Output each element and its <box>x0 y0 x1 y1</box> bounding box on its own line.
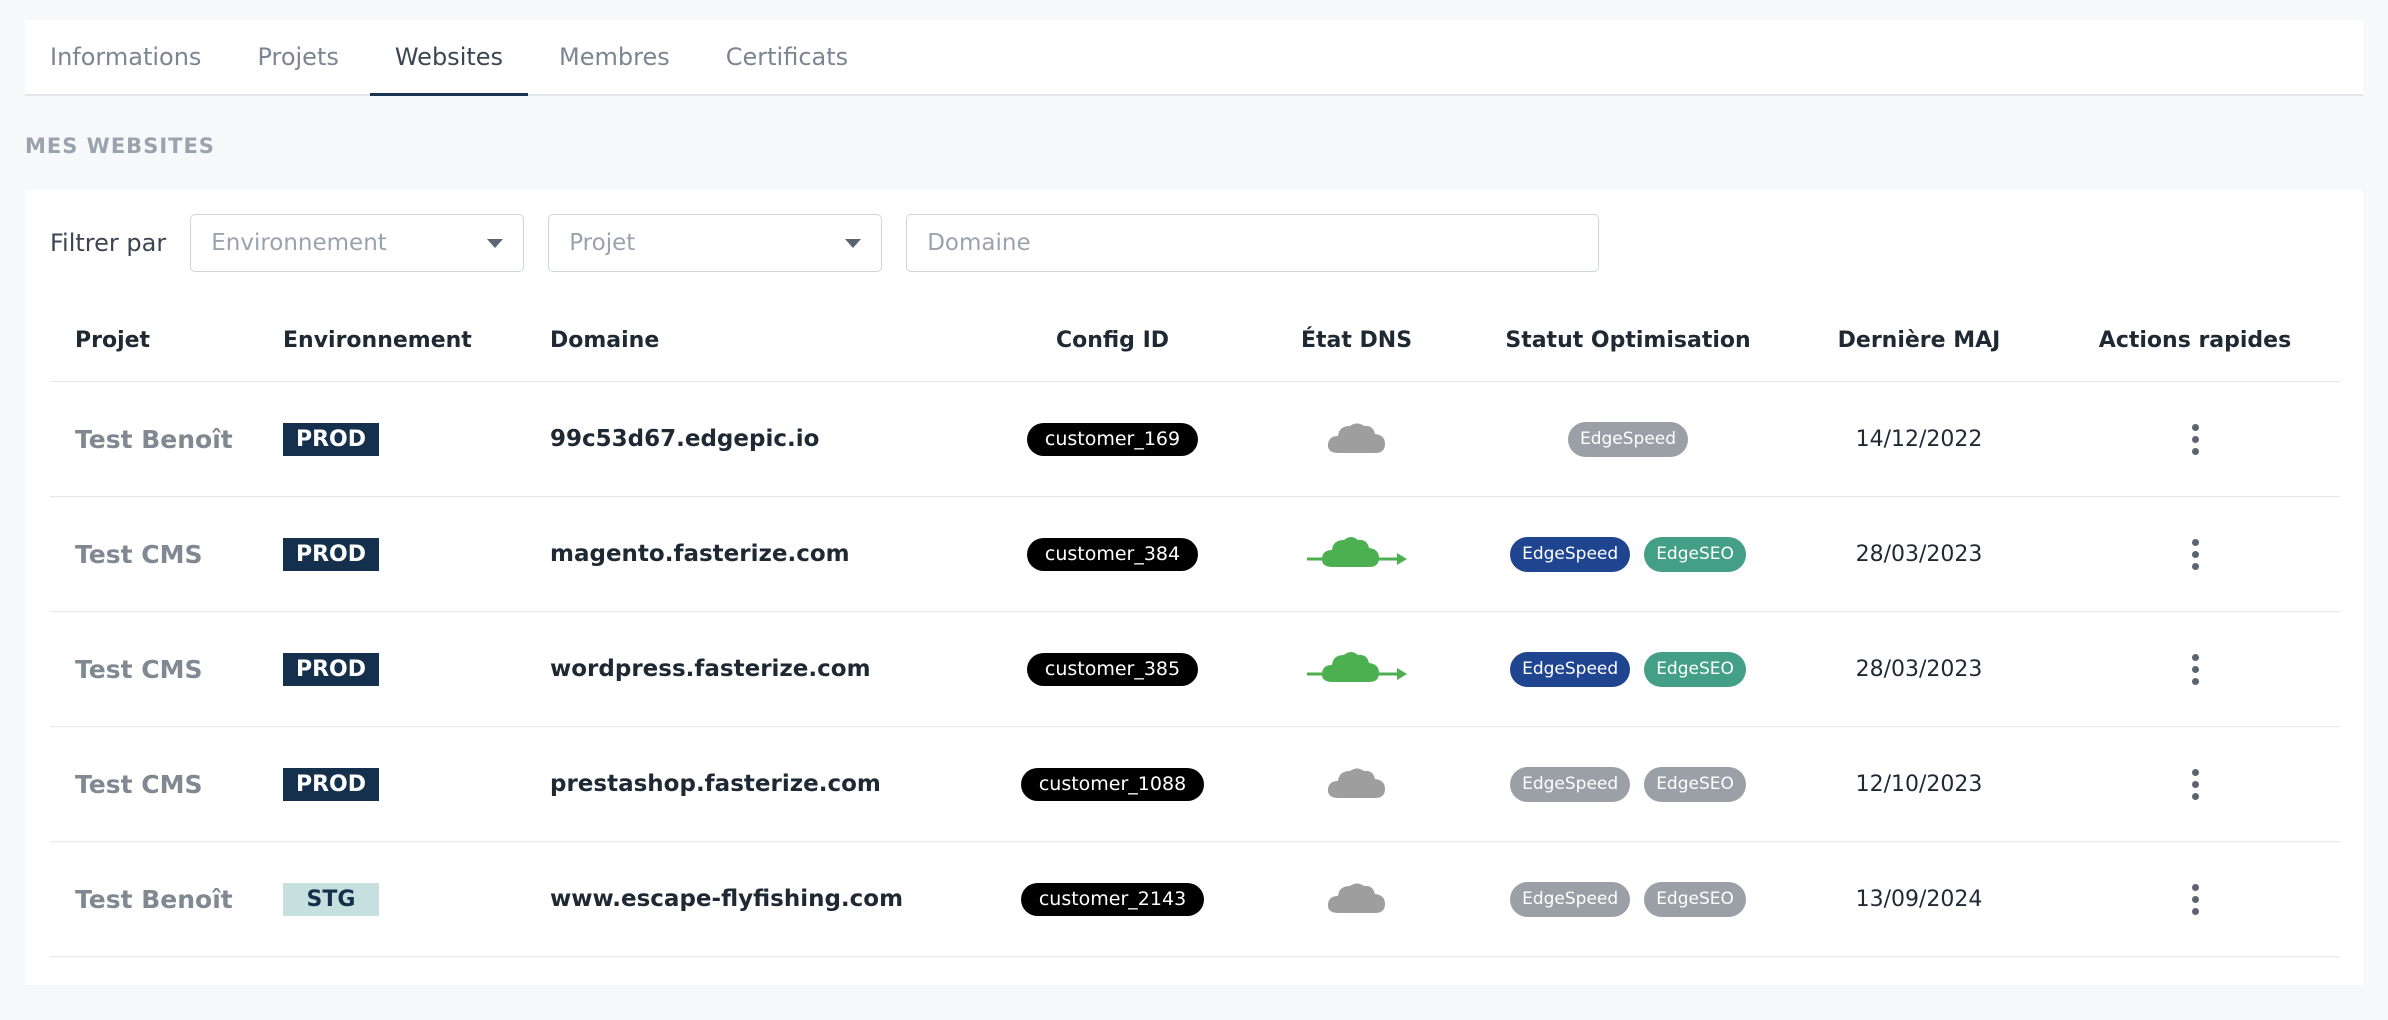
table-row: Test CMS PROD prestashop.fasterize.com cust… <box>50 727 2340 842</box>
cell-domaine[interactable]: magento.fasterize.com <box>550 541 850 567</box>
optimisation-badge: EdgeSEO <box>1644 651 1746 687</box>
header-statut-optimisation: Statut Optimisation <box>1505 328 1751 353</box>
table-header: Projet Environnement Domaine Config ID É… <box>50 300 2340 382</box>
config-id-badge: customer_2143 <box>1020 882 1205 916</box>
kebab-menu-icon[interactable] <box>2182 650 2209 689</box>
cell-domaine[interactable]: 99c53d67.edgepic.io <box>550 426 819 452</box>
environnement-select[interactable]: Environnement <box>190 214 525 272</box>
env-badge: PROD <box>283 652 379 686</box>
config-id-badge: customer_169 <box>1026 422 1199 456</box>
projet-select-placeholder: Projet <box>569 230 636 256</box>
optimisation-badge: EdgeSpeed <box>1510 766 1631 802</box>
tabs-bar: Informations Projets Websites Membres Certif… <box>25 20 2363 96</box>
header-etat-dns: État DNS <box>1300 328 1413 353</box>
kebab-menu-icon[interactable] <box>2182 880 2209 919</box>
table-row: Test CMS PROD wordpress.fasterize.com custo… <box>50 612 2340 727</box>
cell-etat-dns <box>1245 417 1468 461</box>
filters-bar: Filtrer par Environnement Projet <box>50 214 1600 272</box>
cloud-arrow-icon <box>1305 529 1409 579</box>
cloud-arrow-icon <box>1305 644 1409 694</box>
cell-projet[interactable]: Test CMS <box>75 540 202 569</box>
header-environnement: Environnement <box>283 328 472 353</box>
tab-informations[interactable]: Informations <box>25 20 226 94</box>
tab-websites[interactable]: Websites <box>369 20 529 96</box>
config-id-badge: customer_385 <box>1026 652 1199 686</box>
cell-projet[interactable]: Test Benoît <box>75 885 233 914</box>
cell-statut-optimisation: EdgeSpeed <box>1468 421 1788 457</box>
cell-etat-dns <box>1245 877 1468 921</box>
header-projet: Projet <box>75 328 151 353</box>
tab-certificats[interactable]: Certificats <box>701 20 873 94</box>
cloud-icon <box>1325 762 1389 806</box>
cell-derniere-maj: 28/03/2023 <box>1855 541 1983 567</box>
environnement-select-placeholder: Environnement <box>211 230 387 256</box>
optimisation-badge: EdgeSEO <box>1644 766 1746 802</box>
optimisation-badge: EdgeSpeed <box>1510 881 1631 917</box>
header-domaine: Domaine <box>550 328 660 353</box>
tab-membres[interactable]: Membres <box>534 20 695 94</box>
table-row: Test Benoît STG www.escape-flyfishing.com c… <box>50 842 2340 957</box>
env-badge: PROD <box>283 767 379 801</box>
header-config-id: Config ID <box>1055 328 1170 353</box>
env-badge: PROD <box>283 537 379 571</box>
websites-table: Projet Environnement Domaine Config ID É… <box>50 300 2340 957</box>
table-row: Test CMS PROD magento.fasterize.com custome… <box>50 497 2340 612</box>
filter-label: Filtrer par <box>50 229 167 257</box>
kebab-menu-icon[interactable] <box>2182 765 2209 804</box>
kebab-menu-icon[interactable] <box>2182 535 2209 574</box>
cell-statut-optimisation: EdgeSpeed EdgeSEO <box>1468 881 1788 917</box>
optimisation-badge: EdgeSpeed <box>1510 651 1631 687</box>
optimisation-badge: EdgeSEO <box>1644 536 1746 572</box>
cell-domaine[interactable]: prestashop.fasterize.com <box>550 771 881 797</box>
cell-projet[interactable]: Test CMS <box>75 770 202 799</box>
tab-projets[interactable]: Projets <box>232 20 363 94</box>
cell-derniere-maj: 14/12/2022 <box>1855 426 1983 452</box>
caret-down-icon <box>845 239 862 248</box>
cell-statut-optimisation: EdgeSpeed EdgeSEO <box>1468 536 1788 572</box>
caret-down-icon <box>487 239 504 248</box>
cloud-icon <box>1325 417 1389 461</box>
env-badge: PROD <box>283 422 379 456</box>
config-id-badge: customer_1088 <box>1020 767 1205 801</box>
optimisation-badge: EdgeSpeed <box>1510 536 1631 572</box>
table-body: Test Benoît PROD 99c53d67.edgepic.io custom… <box>50 382 2340 957</box>
config-id-badge: customer_384 <box>1026 537 1199 571</box>
cell-etat-dns <box>1245 644 1468 694</box>
cell-statut-optimisation: EdgeSpeed EdgeSEO <box>1468 766 1788 802</box>
optimisation-badge: EdgeSpeed <box>1567 421 1689 457</box>
kebab-menu-icon[interactable] <box>2182 420 2209 459</box>
env-badge: STG <box>283 882 379 916</box>
domaine-input[interactable] <box>906 214 1600 272</box>
header-derniere-maj: Dernière MAJ <box>1837 328 2001 353</box>
header-actions: Actions rapides <box>2098 328 2292 353</box>
cell-projet[interactable]: Test Benoît <box>75 425 233 454</box>
cloud-icon <box>1325 877 1389 921</box>
table-row: Test Benoît PROD 99c53d67.edgepic.io custom… <box>50 382 2340 497</box>
optimisation-badge: EdgeSEO <box>1644 881 1746 917</box>
cell-derniere-maj: 28/03/2023 <box>1855 656 1983 682</box>
cell-derniere-maj: 13/09/2024 <box>1855 886 1983 912</box>
cell-derniere-maj: 12/10/2023 <box>1855 771 1983 797</box>
cell-domaine[interactable]: www.escape-flyfishing.com <box>550 886 903 912</box>
websites-card: Filtrer par Environnement Projet Projet … <box>25 190 2363 985</box>
cell-projet[interactable]: Test CMS <box>75 655 202 684</box>
projet-select[interactable]: Projet <box>548 214 883 272</box>
cell-etat-dns <box>1245 762 1468 806</box>
cell-etat-dns <box>1245 529 1468 579</box>
cell-domaine[interactable]: wordpress.fasterize.com <box>550 656 871 682</box>
cell-statut-optimisation: EdgeSpeed EdgeSEO <box>1468 651 1788 687</box>
section-title: MES WEBSITES <box>25 134 215 158</box>
